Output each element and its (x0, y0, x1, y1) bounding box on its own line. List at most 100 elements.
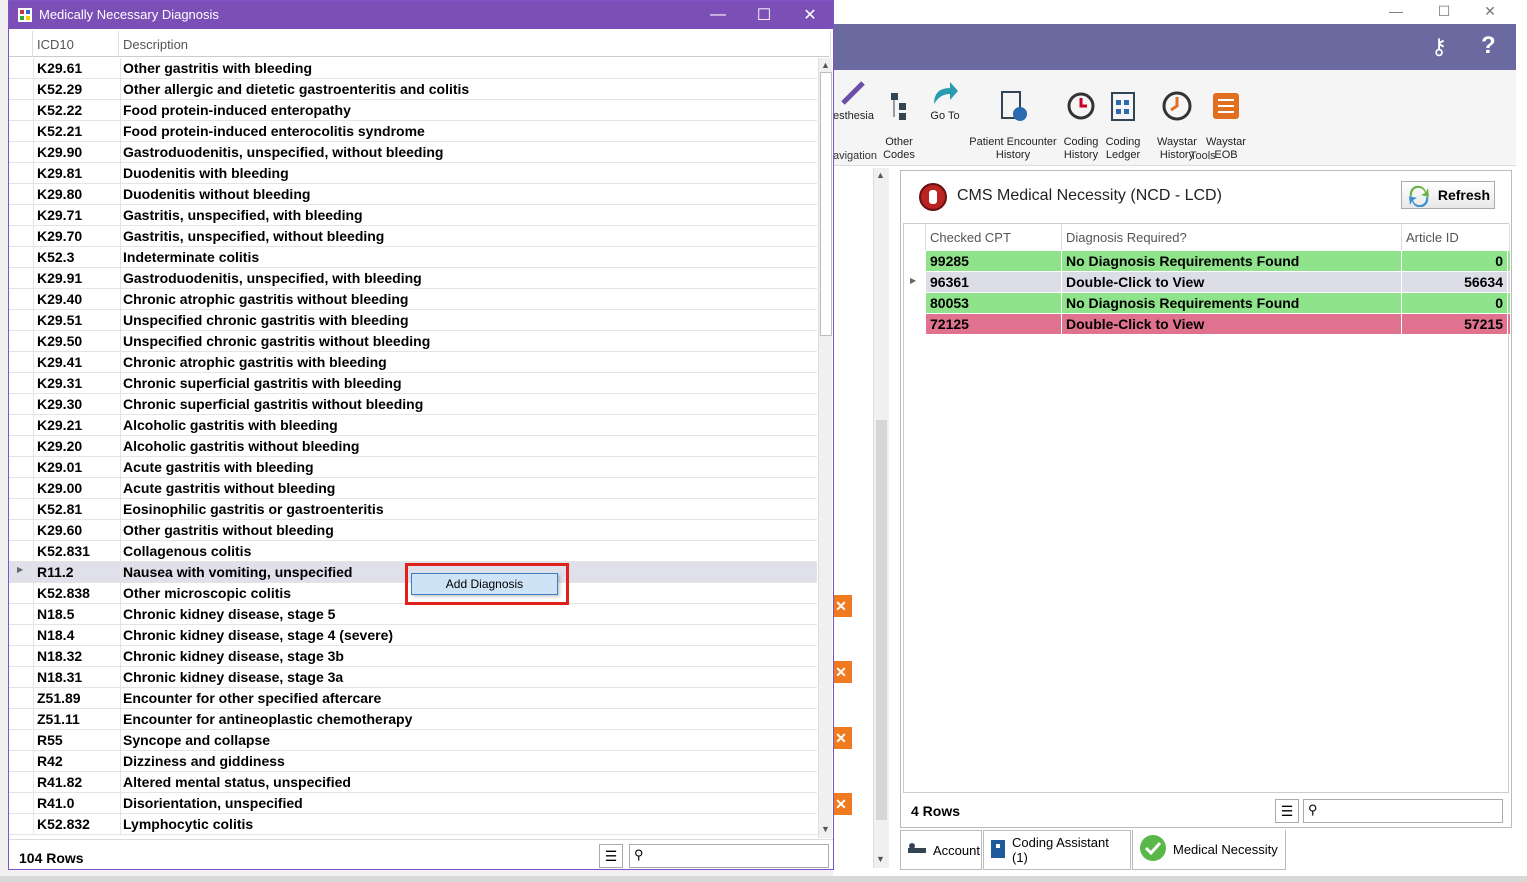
anesthesia-button[interactable]: esthesia (833, 76, 874, 123)
table-row[interactable]: K52.81 Eosinophilic gastritis or gastroen… (9, 499, 817, 520)
table-row[interactable]: K29.30 Chronic superficial gastritis with… (9, 394, 817, 415)
diagnosis-description: Gastroduodenitis, unspecified, with blee… (123, 270, 422, 286)
cpt-code: 96361 (926, 272, 1062, 292)
table-row[interactable]: K29.21 Alcoholic gastritis with bleeding (9, 415, 817, 436)
icd10-code: R42 (37, 751, 121, 772)
diagnosis-description: Chronic kidney disease, stage 5 (123, 606, 336, 622)
diagnosis-description: Duodenitis with bleeding (123, 165, 289, 181)
patient-encounter-history-button[interactable]: Patient Encounter History (969, 76, 1057, 175)
table-row[interactable]: K52.22 Food protein-induced enteropathy (9, 100, 817, 121)
icd10-code: N18.5 (37, 604, 121, 625)
other-codes-button[interactable]: Other Codes (877, 76, 921, 175)
diagnosis-description: Other gastritis without bleeding (123, 522, 334, 538)
col-diagnosis-required[interactable]: Diagnosis Required? (1062, 224, 1402, 250)
table-row[interactable]: K52.3 Indeterminate colitis (9, 247, 817, 268)
table-row[interactable]: N18.4 Chronic kidney disease, stage 4 (se… (9, 625, 817, 646)
table-row[interactable]: K29.60 Other gastritis without bleeding (9, 520, 817, 541)
table-row[interactable]: R55 Syncope and collapse (9, 730, 817, 751)
main-scrollbar[interactable]: ▲ ▼ (873, 168, 889, 868)
table-row[interactable]: K29.81 Duodenitis with bleeding (9, 163, 817, 184)
minimize-icon[interactable]: — (1373, 0, 1419, 22)
search-input[interactable]: ⚲ (629, 844, 829, 868)
table-row[interactable]: K52.832 Lymphocytic colitis (9, 814, 817, 835)
dialog-title: Medically Necessary Diagnosis (39, 7, 219, 22)
maximize-icon[interactable]: ☐ (1421, 0, 1467, 22)
table-row[interactable]: 80053 No Diagnosis Requirements Found 0 (926, 293, 1510, 314)
icd10-code: R55 (37, 730, 121, 751)
scroll-down-icon[interactable]: ▼ (821, 824, 830, 834)
scroll-up-icon[interactable]: ▲ (821, 60, 830, 70)
table-row[interactable]: N18.32 Chronic kidney disease, stage 3b (9, 646, 817, 667)
table-row[interactable]: K29.61 Other gastritis with bleeding (9, 58, 817, 79)
table-row[interactable]: K29.51 Unspecified chronic gastritis with… (9, 310, 817, 331)
table-row[interactable]: K29.00 Acute gastritis without bleeding (9, 478, 817, 499)
coding-ledger-button[interactable]: Coding Ledger (1103, 76, 1143, 175)
table-row[interactable]: Z51.89 Encounter for other specified afte… (9, 688, 817, 709)
table-row[interactable]: R41.0 Disorientation, unspecified (9, 793, 817, 814)
menu-icon[interactable]: ☰ (599, 844, 623, 868)
diagnosis-description: Chronic atrophic gastritis with bleeding (123, 354, 387, 370)
scroll-up-icon[interactable]: ▲ (876, 170, 885, 180)
maximize-icon[interactable]: ☐ (741, 1, 787, 29)
diagnosis-description: Unspecified chronic gastritis with bleed… (123, 312, 409, 328)
table-row[interactable]: 72125 Double-Click to View 57215 (926, 314, 1510, 335)
scroll-thumb[interactable] (820, 72, 832, 336)
table-row[interactable]: R41.82 Altered mental status, unspecified (9, 772, 817, 793)
user-keys-icon[interactable]: ⚷ (1431, 34, 1447, 60)
search-input[interactable]: ⚲ (1303, 799, 1503, 823)
menu-icon[interactable]: ☰ (1275, 799, 1299, 823)
table-row[interactable]: Z51.11 Encounter for antineoplastic chemo… (9, 709, 817, 730)
table-row[interactable]: K29.41 Chronic atrophic gastritis with bl… (9, 352, 817, 373)
help-icon[interactable]: ? (1481, 32, 1496, 60)
table-row[interactable]: K29.01 Acute gastritis with bleeding (9, 457, 817, 478)
scroll-thumb[interactable] (876, 420, 887, 820)
table-row[interactable]: K52.831 Collagenous colitis (9, 541, 817, 562)
diagnosis-description: Chronic superficial gastritis with bleed… (123, 375, 402, 391)
close-icon[interactable]: ✕ (1467, 0, 1513, 22)
coding-history-button[interactable]: Coding History (1061, 76, 1101, 175)
table-row[interactable]: N18.5 Chronic kidney disease, stage 5 (9, 604, 817, 625)
tab-medical-necessity[interactable]: Medical Necessity (1132, 830, 1286, 870)
col-checked-cpt[interactable]: Checked CPT (926, 224, 1062, 250)
tab-coding-assistant[interactable]: Coding Assistant (1) (983, 830, 1131, 870)
diagnosis-required: Double-Click to View (1062, 272, 1402, 292)
go-to-button[interactable]: Go To (925, 76, 965, 123)
table-row[interactable]: K29.91 Gastroduodenitis, unspecified, wit… (9, 268, 817, 289)
table-row[interactable]: K29.71 Gastritis, unspecified, with bleed… (9, 205, 817, 226)
table-row[interactable]: K29.80 Duodenitis without bleeding (9, 184, 817, 205)
icd10-code: K29.61 (37, 58, 121, 79)
article-id: 57215 (1402, 314, 1508, 334)
minimize-icon[interactable]: — (695, 1, 741, 29)
diagnosis-description: Dizziness and giddiness (123, 753, 285, 769)
table-row[interactable]: K29.70 Gastritis, unspecified, without bl… (9, 226, 817, 247)
close-icon[interactable]: ✕ (787, 1, 833, 29)
table-row[interactable]: K29.50 Unspecified chronic gastritis with… (9, 331, 817, 352)
table-row[interactable]: K29.20 Alcoholic gastritis without bleedi… (9, 436, 817, 457)
table-row[interactable]: K29.40 Chronic atrophic gastritis without… (9, 289, 817, 310)
diagnosis-description: Alcoholic gastritis with bleeding (123, 417, 338, 433)
refresh-button[interactable]: Refresh (1401, 181, 1495, 209)
add-diagnosis-menu-item[interactable]: Add Diagnosis (411, 573, 558, 595)
table-row[interactable]: K52.21 Food protein-induced enterocolitis… (9, 121, 817, 142)
cpt-code: 72125 (926, 314, 1062, 334)
table-row[interactable]: K52.29 Other allergic and dietetic gastro… (9, 79, 817, 100)
diagnosis-description: Chronic kidney disease, stage 4 (severe) (123, 627, 394, 643)
diagnosis-description: Other allergic and dietetic gastroenteri… (123, 81, 470, 97)
scroll-down-icon[interactable]: ▼ (876, 854, 885, 864)
tab-account[interactable]: Account (900, 830, 982, 870)
table-row[interactable]: 99285 No Diagnosis Requirements Found 0 (926, 251, 1510, 272)
table-row[interactable]: 96361 Double-Click to View 56634 ▶ (910, 272, 1510, 293)
icd10-code: Z51.11 (37, 709, 121, 730)
table-row[interactable]: K29.31 Chronic superficial gastritis with… (9, 373, 817, 394)
col-article-id[interactable]: Article ID (1402, 224, 1510, 250)
row-indicator-icon: ▶ (17, 565, 24, 574)
icd10-code: K29.51 (37, 310, 121, 331)
col-icd10[interactable]: ICD10 (33, 31, 119, 57)
diagnosis-description: Nausea with vomiting, unspecified (123, 564, 353, 580)
table-row[interactable]: K29.90 Gastroduodenitis, unspecified, wit… (9, 142, 817, 163)
table-row[interactable]: R42 Dizziness and giddiness (9, 751, 817, 772)
col-description[interactable]: Description (119, 31, 831, 57)
icd10-code: K29.40 (37, 289, 121, 310)
table-row[interactable]: N18.31 Chronic kidney disease, stage 3a (9, 667, 817, 688)
grid-scrollbar[interactable]: ▲ ▼ (818, 58, 832, 838)
